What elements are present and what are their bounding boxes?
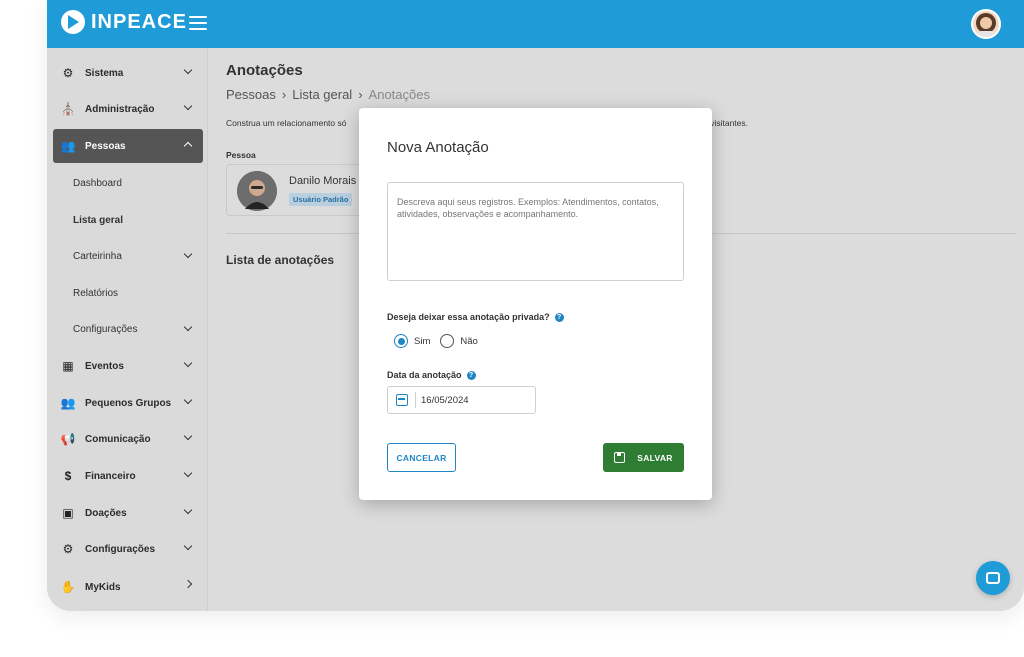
save-button-label: SALVAR: [637, 452, 673, 463]
sidebar-subitem-lista-geral[interactable]: Lista geral: [73, 205, 203, 235]
sidebar-subitem-label: Lista geral: [73, 214, 124, 226]
date-label-text: Data da anotação: [387, 370, 462, 380]
hand-icon: ✋: [60, 580, 76, 594]
sidebar-item-label: Financeiro: [85, 470, 136, 482]
cancel-button[interactable]: CANCELAR: [387, 443, 456, 472]
user-avatar[interactable]: [971, 9, 1001, 39]
page-description-left: Construa um relacionamento só: [226, 118, 347, 128]
sidebar-subitem-carteirinha[interactable]: Carteirinha: [73, 241, 203, 271]
sidebar: ⚙ Sistema ⛪ Administração 👥 Pessoas Dash…: [47, 48, 208, 611]
sidebar-item-eventos[interactable]: ▦ Eventos: [53, 349, 203, 383]
sidebar-item-label: Pequenos Grupos: [85, 397, 172, 409]
sidebar-item-financeiro[interactable]: $ Financeiro: [53, 459, 203, 493]
person-role-badge: Usuário Padrão: [289, 193, 353, 206]
sidebar-item-pessoas[interactable]: 👥 Pessoas: [53, 129, 203, 163]
sidebar-subitem-relatorios[interactable]: Relatórios: [73, 278, 203, 308]
help-icon[interactable]: ?: [466, 370, 476, 380]
private-radio-group: Sim Não: [394, 334, 488, 348]
sidebar-subitem-label: Relatórios: [73, 287, 119, 299]
sidebar-item-sistema[interactable]: ⚙ Sistema: [53, 56, 203, 90]
user-avatar-photo: [976, 13, 996, 37]
chevron-down-icon: [183, 468, 193, 478]
sidebar-item-label: Configurações: [85, 543, 156, 555]
people-icon: 👥: [60, 396, 76, 410]
chevron-down-icon: [183, 322, 193, 332]
chevron-down-icon: [183, 358, 193, 368]
date-input[interactable]: 16/05/2024: [387, 386, 536, 414]
breadcrumb-item-lista-geral[interactable]: Lista geral: [292, 87, 352, 102]
save-button[interactable]: SALVAR: [603, 443, 684, 472]
date-field-separator: [415, 392, 416, 408]
breadcrumb-item-pessoas[interactable]: Pessoas: [226, 87, 276, 102]
gear-icon: ⚙: [62, 542, 74, 556]
top-bar: INPEACE: [47, 0, 1024, 48]
sidebar-item-label: Pessoas: [85, 140, 126, 152]
calendar-icon[interactable]: [396, 394, 408, 406]
dialog-title: Nova Anotação: [387, 139, 489, 156]
page-title: Anotações: [226, 62, 303, 79]
sidebar-item-mykids[interactable]: ✋ MyKids: [53, 570, 203, 604]
sidebar-item-label: Eventos: [85, 360, 124, 372]
sidebar-subitem-label: Dashboard: [73, 177, 122, 189]
private-question-label: Deseja deixar essa anotação privada? ?: [387, 312, 564, 322]
breadcrumb-separator-icon: ›: [281, 87, 287, 102]
person-name: Danilo Morais: [289, 175, 357, 187]
date-value[interactable]: 16/05/2024: [421, 395, 469, 406]
calendar-icon: ▦: [62, 359, 74, 373]
sidebar-subitem-configuracoes[interactable]: Configurações: [73, 314, 203, 344]
sidebar-item-label: Comunicação: [85, 433, 151, 445]
breadcrumb: Pessoas › Lista geral › Anotações: [226, 87, 430, 102]
chevron-down-icon: [183, 541, 193, 551]
gear-icon: ⚙: [62, 66, 74, 80]
annotation-textarea[interactable]: [387, 182, 684, 281]
radio-nao-label[interactable]: Não: [460, 336, 477, 347]
people-icon: 👥: [60, 139, 76, 153]
person-avatar: [237, 171, 277, 211]
sidebar-item-label: Doações: [85, 507, 127, 519]
chevron-down-icon: [183, 101, 193, 111]
chat-support-button[interactable]: [976, 561, 1010, 595]
private-question-text: Deseja deixar essa anotação privada?: [387, 312, 550, 322]
sidebar-item-label: Sistema: [85, 67, 124, 79]
radio-sim[interactable]: [394, 334, 408, 348]
sidebar-item-configuracoes[interactable]: ⚙ Configurações: [53, 532, 203, 566]
person-card[interactable]: Danilo Morais Usuário Padrão: [226, 164, 376, 216]
dollar-icon: $: [64, 469, 72, 483]
wallet-icon: ▣: [62, 506, 74, 520]
church-icon: ⛪: [60, 102, 76, 116]
logo-icon: [61, 10, 85, 34]
menu-toggle-icon[interactable]: [189, 16, 207, 30]
chevron-down-icon: [183, 395, 193, 405]
radio-nao[interactable]: [440, 334, 455, 348]
new-annotation-dialog: Nova Anotação Deseja deixar essa anotaçã…: [359, 108, 712, 500]
sidebar-item-doacoes[interactable]: ▣ Doações: [53, 496, 203, 530]
chevron-down-icon: [183, 431, 193, 441]
chevron-down-icon: [183, 249, 193, 259]
sidebar-subitem-label: Carteirinha: [73, 250, 122, 262]
radio-sim-label[interactable]: Sim: [414, 336, 430, 347]
breadcrumb-separator-icon: ›: [358, 87, 363, 102]
person-avatar-photo: [237, 171, 277, 211]
sidebar-item-label: Administração: [85, 103, 155, 115]
sidebar-subitem-label: Configurações: [73, 323, 138, 335]
logo[interactable]: INPEACE: [61, 10, 187, 34]
logo-text: INPEACE: [91, 10, 187, 33]
pessoa-label: Pessoa: [226, 150, 256, 160]
chevron-up-icon: [183, 141, 193, 151]
chevron-down-icon: [183, 65, 193, 75]
chevron-right-icon: [183, 579, 193, 589]
sidebar-item-administracao[interactable]: ⛪ Administração: [53, 92, 203, 126]
annotations-list-title: Lista de anotações: [226, 253, 335, 267]
megaphone-icon: 📢: [60, 432, 76, 446]
sidebar-item-pequenos-grupos[interactable]: 👥 Pequenos Grupos: [53, 386, 203, 420]
sidebar-item-comunicacao[interactable]: 📢 Comunicação: [53, 422, 203, 456]
save-icon: [614, 452, 626, 463]
chevron-down-icon: [183, 505, 193, 515]
breadcrumb-item-anotacoes: Anotações: [368, 87, 430, 102]
chat-icon: [986, 572, 1000, 584]
sidebar-subitem-dashboard[interactable]: Dashboard: [73, 168, 203, 198]
sidebar-item-label: MyKids: [85, 581, 121, 593]
date-label: Data da anotação ?: [387, 370, 476, 380]
help-icon[interactable]: ?: [554, 312, 564, 322]
